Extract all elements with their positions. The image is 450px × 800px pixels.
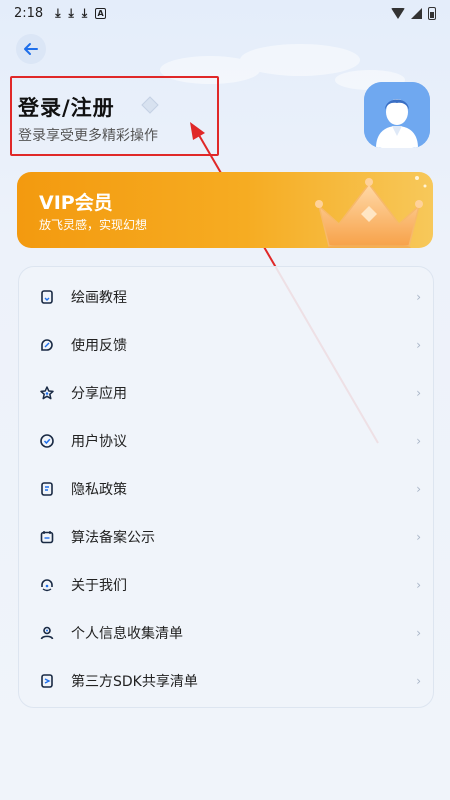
person-icon [37, 623, 57, 643]
menu-item-label: 算法备案公示 [71, 530, 155, 546]
download-icon: ⤓ [81, 5, 88, 20]
menu-list: 绘画教程 › 使用反馈 › 分享应用 › 用户协议 › 隐私政策 › 算法备案公 [18, 266, 434, 708]
login-subtitle: 登录享受更多精彩操作 [18, 128, 158, 144]
menu-item-label: 绘画教程 [71, 290, 127, 306]
menu-item-share-app[interactable]: 分享应用 › [19, 369, 433, 417]
menu-item-about-us[interactable]: 关于我们 › [19, 561, 433, 609]
menu-item-label: 个人信息收集清单 [71, 626, 183, 642]
menu-item-label: 用户协议 [71, 434, 127, 450]
a-icon: A [95, 7, 107, 19]
menu-item-privacy-policy[interactable]: 隐私政策 › [19, 465, 433, 513]
feedback-icon [37, 335, 57, 355]
download-icon: ⤓ [55, 5, 61, 20]
chevron-right-icon: › [416, 674, 421, 688]
diamond-icon [141, 96, 159, 114]
vip-banner[interactable]: VIP会员 放飞灵感，实现幻想 [17, 172, 433, 248]
vip-subtitle: 放飞灵感，实现幻想 [39, 218, 148, 232]
chevron-right-icon: › [416, 386, 421, 400]
chevron-right-icon: › [416, 530, 421, 544]
bookmark-icon [37, 287, 57, 307]
arrow-left-icon [24, 43, 38, 55]
menu-item-label: 关于我们 [71, 578, 127, 594]
avatar[interactable] [364, 82, 430, 148]
chevron-right-icon: › [416, 578, 421, 592]
star-icon [37, 383, 57, 403]
chevron-right-icon: › [416, 338, 421, 352]
chevron-right-icon: › [416, 626, 421, 640]
menu-item-feedback[interactable]: 使用反馈 › [19, 321, 433, 369]
menu-item-algorithm-filing[interactable]: 算法备案公示 › [19, 513, 433, 561]
menu-item-label: 分享应用 [71, 386, 127, 402]
chevron-right-icon: › [416, 482, 421, 496]
menu-item-drawing-tutorial[interactable]: 绘画教程 › [19, 273, 433, 321]
calendar-icon [37, 527, 57, 547]
user-avatar-icon [364, 82, 430, 148]
chevron-right-icon: › [416, 434, 421, 448]
cell-signal-icon [411, 7, 422, 19]
menu-item-personal-info-list[interactable]: 个人信息收集清单 › [19, 609, 433, 657]
login-register-title[interactable]: 登录/注册 [18, 92, 115, 122]
chevron-right-icon: › [416, 290, 421, 304]
share-doc-icon [37, 671, 57, 691]
menu-item-label: 第三方SDK共享清单 [71, 674, 198, 690]
check-circle-icon [37, 431, 57, 451]
menu-item-user-agreement[interactable]: 用户协议 › [19, 417, 433, 465]
vip-title: VIP会员 [39, 192, 113, 214]
headset-icon [37, 575, 57, 595]
menu-item-third-party-sdk-list[interactable]: 第三方SDK共享清单 › [19, 657, 433, 705]
download-icon: ⤓ [68, 5, 74, 20]
battery-icon [428, 6, 436, 20]
status-time: 2:18 [14, 5, 44, 21]
back-button[interactable] [16, 34, 46, 64]
menu-item-label: 使用反馈 [71, 338, 127, 354]
menu-item-label: 隐私政策 [71, 482, 127, 498]
wifi-icon [391, 7, 405, 19]
crown-icon [315, 176, 427, 248]
status-bar: 2:18 ⤓ ⤓ ⤓ A [0, 0, 450, 26]
document-icon [37, 479, 57, 499]
